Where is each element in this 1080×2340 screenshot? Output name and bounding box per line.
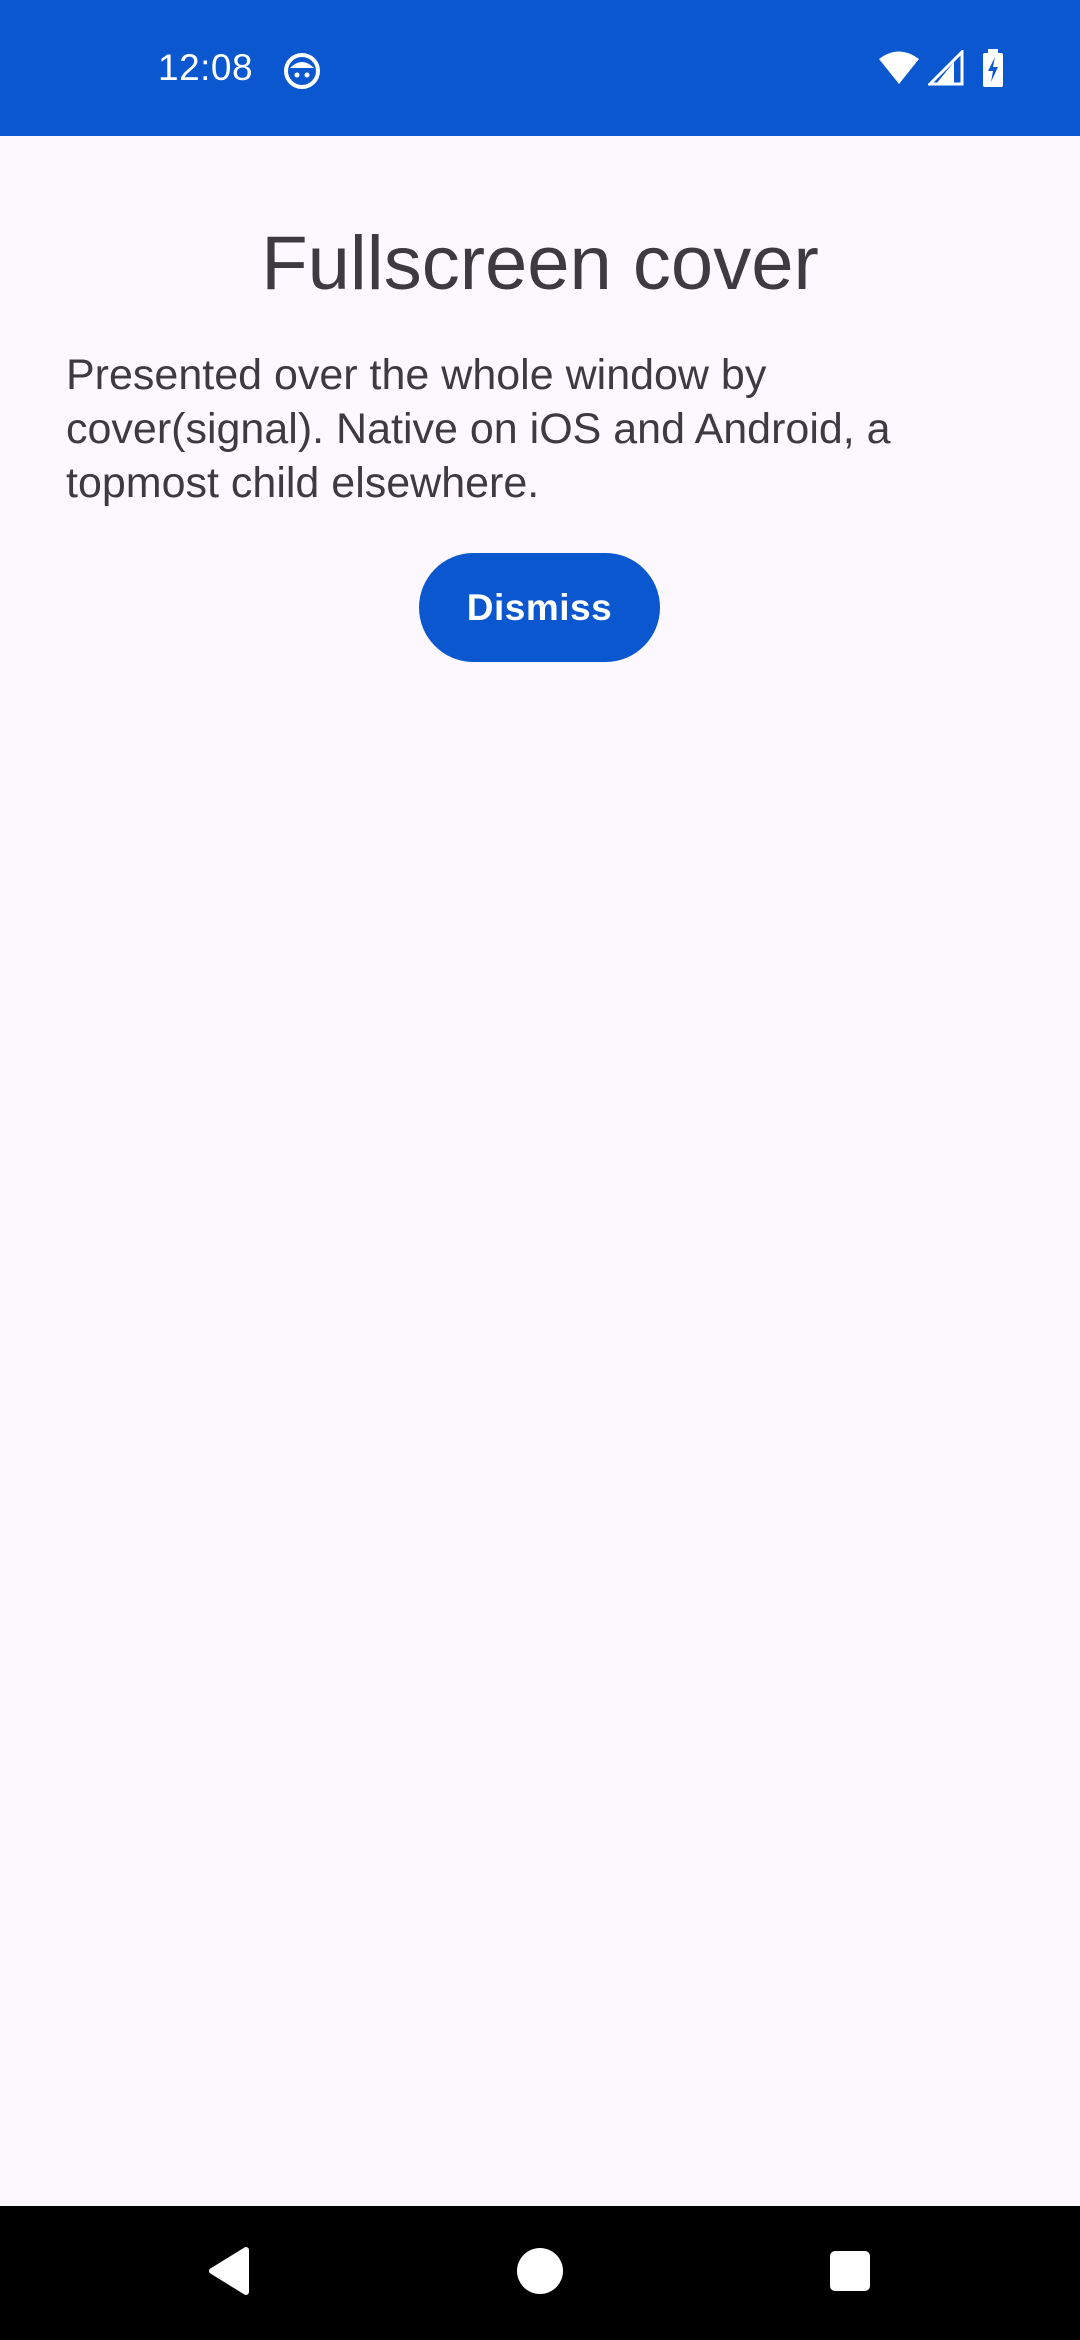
cellular-signal-icon [926,47,964,91]
navigation-bar [0,2206,1080,2340]
page-title: Fullscreen cover [261,221,819,306]
recents-icon [829,2250,871,2297]
home-button[interactable] [470,2206,610,2340]
app-notification-icon [283,52,321,90]
fullscreen-cover: Fullscreen cover Presented over the whol… [0,136,1080,2206]
status-time: 12:08 [158,47,254,88]
dismiss-button[interactable]: Dismiss [419,553,660,662]
cover-description: Presented over the whole window by cover… [66,351,891,507]
back-button[interactable] [158,2206,298,2340]
battery-charging-icon [982,48,1004,92]
home-icon [516,2247,564,2300]
status-bar: 12:08 [0,0,1080,136]
recents-button[interactable] [780,2206,920,2340]
wifi-icon [878,50,920,91]
back-icon [206,2246,250,2301]
status-icons [878,47,1004,92]
